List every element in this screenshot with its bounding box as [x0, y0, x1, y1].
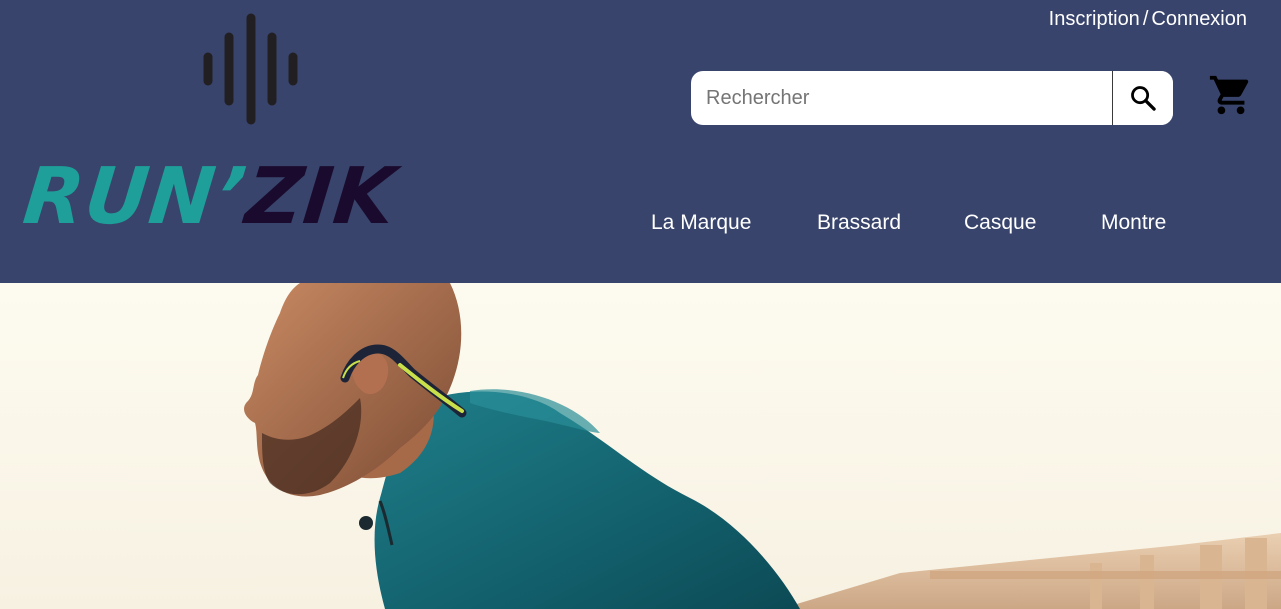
search-button[interactable]	[1113, 71, 1173, 125]
site-header: RUN’ZIK Inscription/Connexion La Marque …	[0, 0, 1281, 283]
cart-button[interactable]	[1208, 72, 1254, 118]
login-link[interactable]: Connexion	[1151, 8, 1247, 30]
nav-item-montre[interactable]: Montre	[1101, 208, 1166, 238]
sound-wave-icon	[203, 13, 298, 125]
signup-link[interactable]: Inscription	[1049, 8, 1140, 30]
site-logo[interactable]: RUN’ZIK	[19, 152, 400, 242]
auth-links: Inscription / Connexion	[1049, 6, 1247, 32]
nav-item-brassard[interactable]: Brassard	[817, 208, 901, 238]
hero-image	[0, 283, 1281, 609]
search-bar	[691, 71, 1173, 125]
search-input[interactable]	[691, 71, 1111, 125]
nav-item-casque[interactable]: Casque	[964, 208, 1036, 238]
search-icon	[1131, 86, 1156, 111]
nav-item-la-marque[interactable]: La Marque	[651, 208, 751, 238]
auth-separator: /	[1142, 8, 1149, 30]
shopping-cart-icon	[1209, 75, 1249, 115]
logo-text-zik: ZIK	[241, 152, 401, 242]
logo-text-run: RUN’	[19, 152, 252, 242]
hero-banner	[0, 283, 1281, 609]
